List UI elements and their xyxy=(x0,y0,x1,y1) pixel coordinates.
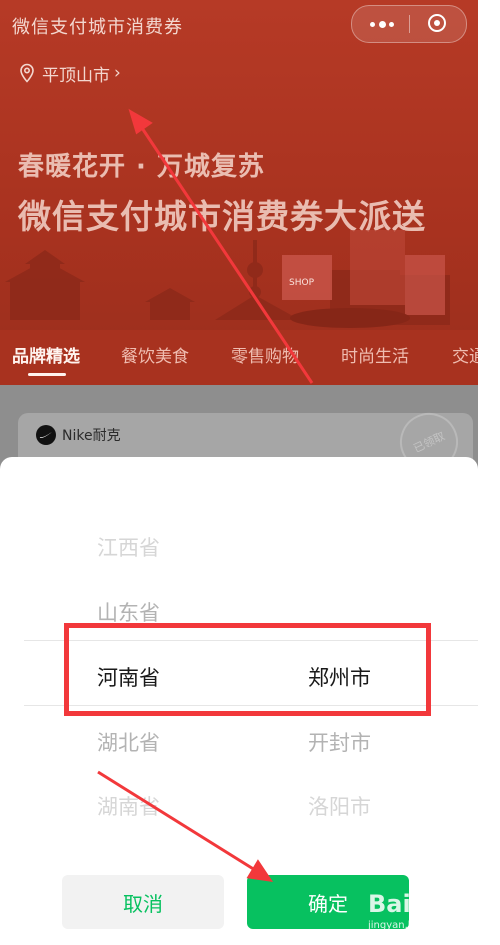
tab-dining[interactable]: 餐饮美食 xyxy=(121,342,189,367)
capsule-divider xyxy=(409,15,410,33)
selection-highlight-annotation xyxy=(64,623,431,716)
brand-row: Nike耐克 xyxy=(36,425,121,445)
province-option[interactable]: 湖北省 xyxy=(97,727,160,757)
app-title: 微信支付城市消费券 xyxy=(12,17,183,38)
city-option[interactable]: 开封市 xyxy=(308,727,371,757)
close-miniprogram-icon[interactable] xyxy=(428,14,446,32)
city-option[interactable]: 洛阳市 xyxy=(308,791,371,821)
nike-logo-icon xyxy=(36,425,56,445)
cancel-button[interactable]: 取消 xyxy=(62,875,224,929)
baidu-watermark-url: jingyan.baidu.com xyxy=(368,920,461,931)
chevron-right-icon: › xyxy=(114,63,121,83)
screen-edge xyxy=(478,0,500,945)
banner-slogan: 春暖花开 · 万城复苏 xyxy=(18,152,265,182)
active-tab-indicator xyxy=(28,373,66,376)
baidu-watermark: Baidu xyxy=(368,890,445,918)
tab-transport[interactable]: 交通 xyxy=(452,342,478,367)
brand-name: Nike耐克 xyxy=(62,428,121,444)
province-option[interactable]: 湖南省 xyxy=(97,791,160,821)
tab-brand-picks[interactable]: 品牌精选 xyxy=(12,342,80,367)
location-pin-icon xyxy=(20,63,34,83)
shop-bag-label: SHOP xyxy=(289,278,315,288)
campaign-banner: 微信支付城市消费券 平顶山市 › 春暖花开 · 万城复苏 微信支付城市消费券大派… xyxy=(0,0,478,385)
more-icon[interactable] xyxy=(370,17,394,31)
tab-fashion-life[interactable]: 时尚生活 xyxy=(341,342,409,367)
province-option[interactable]: 江西省 xyxy=(97,532,160,562)
tab-retail[interactable]: 零售购物 xyxy=(231,342,299,367)
miniprogram-capsule[interactable] xyxy=(351,5,467,43)
city-selector[interactable]: 平顶山市 › xyxy=(18,62,121,86)
city-skyline-illustration: SHOP xyxy=(5,230,450,328)
category-tabs: 品牌精选 餐饮美食 零售购物 时尚生活 交通 xyxy=(0,330,478,385)
current-city: 平顶山市 xyxy=(42,65,110,86)
